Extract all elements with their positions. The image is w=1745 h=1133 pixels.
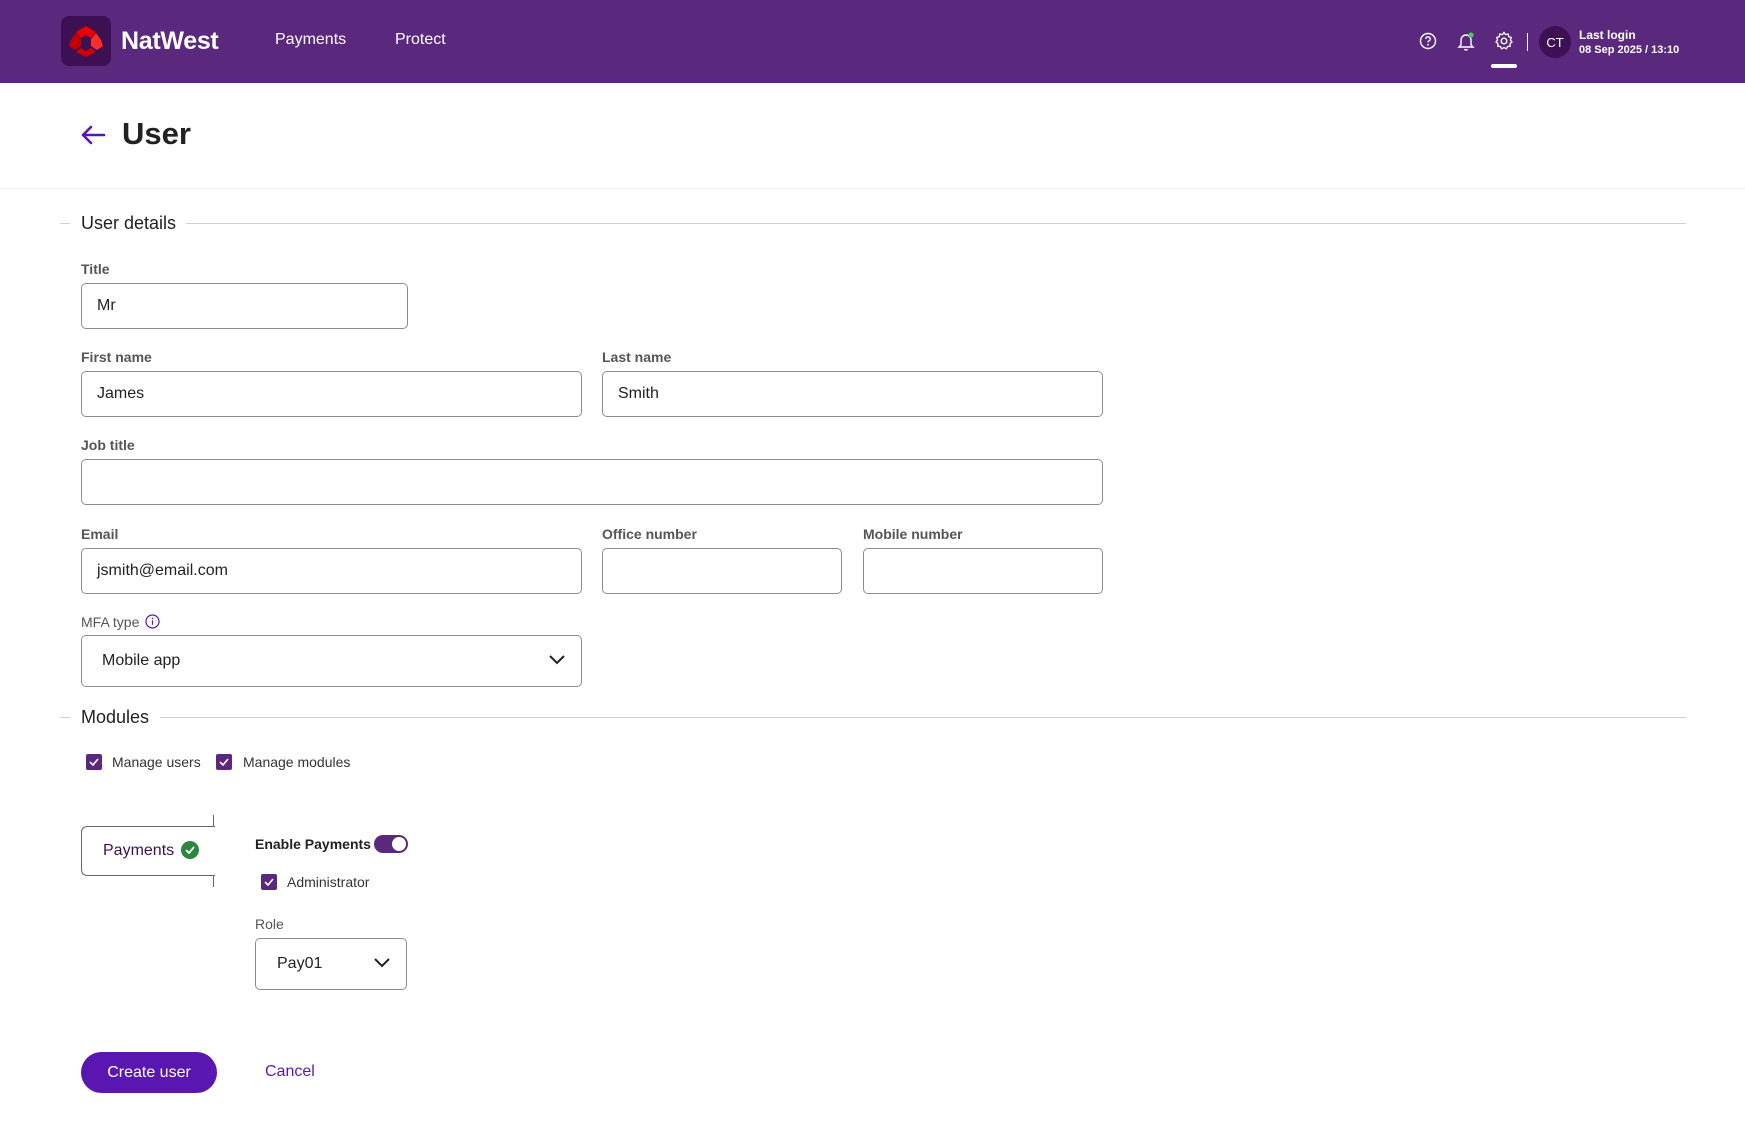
last-login-label: Last login — [1579, 28, 1636, 42]
toggle-knob — [392, 837, 406, 851]
email-label: Email — [81, 526, 119, 542]
first-name-label: First name — [81, 349, 152, 365]
chevron-down-icon — [549, 655, 565, 665]
tab-connector — [200, 875, 214, 876]
role-select[interactable]: Pay01 — [255, 938, 407, 990]
tab-connector — [213, 875, 214, 887]
section-rule-right — [160, 717, 1686, 718]
title-label: Title — [81, 261, 110, 277]
mfa-type-label: MFA type — [81, 614, 140, 630]
info-icon[interactable] — [145, 614, 160, 629]
job-title-label: Job title — [81, 437, 135, 453]
active-tab-indicator — [1491, 64, 1517, 68]
enable-payments-toggle[interactable] — [374, 835, 408, 853]
title-field[interactable]: Mr — [81, 283, 408, 329]
mobile-number-field[interactable] — [863, 548, 1103, 594]
checkmark-icon — [89, 758, 99, 766]
modules-heading: Modules — [81, 707, 150, 727]
chevron-down-icon — [374, 958, 390, 968]
nav-payments[interactable]: Payments — [275, 31, 346, 49]
last-login-value: 08 Sep 2025 / 13:10 — [1579, 44, 1680, 56]
page-title: User — [122, 116, 191, 151]
gear-icon[interactable] — [1494, 31, 1514, 51]
header-divider — [1527, 33, 1528, 51]
manage-users-checkbox[interactable] — [86, 754, 102, 770]
office-number-field[interactable] — [602, 548, 842, 594]
administrator-label[interactable]: Administrator — [287, 874, 369, 890]
help-icon[interactable] — [1418, 31, 1438, 51]
email-field[interactable]: jsmith@email.com — [81, 548, 582, 594]
job-title-field[interactable] — [81, 459, 1103, 505]
manage-modules-checkbox[interactable] — [216, 754, 232, 770]
checkmark-icon — [264, 878, 274, 886]
last-name-field[interactable]: Smith — [602, 371, 1103, 417]
first-name-field[interactable]: James — [81, 371, 582, 417]
role-label: Role — [255, 916, 284, 932]
nav-protect[interactable]: Protect — [395, 31, 446, 49]
title-divider — [0, 188, 1745, 189]
office-number-label: Office number — [602, 526, 697, 542]
bell-icon[interactable] — [1456, 31, 1476, 51]
create-user-button[interactable]: Create user — [81, 1052, 217, 1093]
role-value: Pay01 — [277, 955, 323, 972]
cancel-link[interactable]: Cancel — [265, 1063, 315, 1081]
top-navigation-bar: NatWest Payments Protect CT Last login 0… — [0, 0, 1745, 83]
mfa-type-select[interactable]: Mobile app — [81, 635, 582, 687]
section-rule-left — [60, 717, 70, 718]
manage-modules-label[interactable]: Manage modules — [243, 754, 350, 770]
check-circle-icon — [181, 841, 199, 859]
checkmark-icon — [219, 758, 229, 766]
section-rule-left — [60, 223, 70, 224]
manage-users-label[interactable]: Manage users — [112, 754, 201, 770]
mobile-number-label: Mobile number — [863, 526, 963, 542]
mfa-type-value: Mobile app — [102, 652, 181, 669]
administrator-checkbox[interactable] — [261, 874, 277, 890]
last-name-label: Last name — [602, 349, 672, 365]
avatar[interactable]: CT — [1539, 26, 1571, 58]
tab-payments-label: Payments — [103, 842, 175, 859]
enable-payments-label: Enable Payments — [255, 836, 371, 852]
back-arrow-icon[interactable] — [80, 123, 106, 147]
natwest-logo-icon[interactable] — [61, 16, 111, 66]
section-rule-right — [186, 223, 1686, 224]
brand-name: NatWest — [121, 27, 219, 55]
tab-connector — [200, 826, 214, 827]
user-details-heading: User details — [81, 213, 177, 233]
